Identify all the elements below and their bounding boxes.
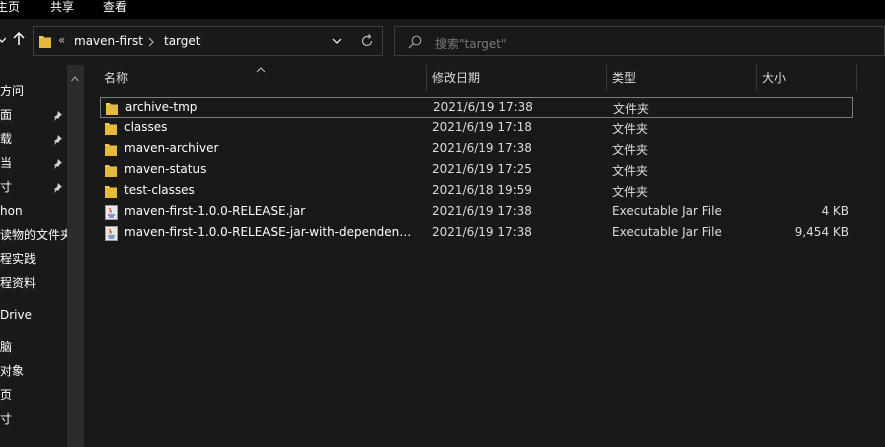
file-name: maven-status: [124, 162, 207, 176]
file-type: 文件夹: [612, 143, 649, 157]
nav-item-python[interactable]: hon: [0, 202, 23, 220]
nav-item-pictures[interactable]: 寸: [0, 178, 12, 196]
column-divider[interactable]: [426, 65, 427, 91]
address-bar[interactable]: « maven-first target: [33, 26, 383, 56]
file-date: 2021/6/19 17:38: [432, 225, 532, 239]
column-header-date[interactable]: 修改日期: [432, 65, 480, 91]
breadcrumb-separator-icon: [148, 33, 154, 50]
breadcrumb-overflow[interactable]: «: [58, 33, 65, 47]
nav-item-pictures-pc[interactable]: 寸: [0, 410, 12, 428]
jar-file-icon: [105, 226, 118, 244]
file-row[interactable]: maven-first-1.0.0-RELEASE.jar 2021/6/19 …: [100, 202, 853, 223]
jar-file-icon: [105, 205, 118, 223]
scroll-up-icon[interactable]: [71, 71, 79, 85]
column-divider[interactable]: [856, 65, 857, 91]
ribbon-tabs: 主页 共享 查看: [0, 0, 885, 19]
file-date: 2021/6/19 17:38: [432, 204, 532, 218]
file-date: 2021/6/19 17:38: [432, 141, 532, 155]
nav-item-videos[interactable]: 页: [0, 386, 12, 404]
column-divider[interactable]: [756, 65, 757, 91]
folder-icon: [105, 121, 117, 138]
tab-home[interactable]: 主页: [0, 0, 20, 16]
up-arrow-icon[interactable]: [13, 31, 25, 49]
file-name: archive-tmp: [125, 100, 198, 114]
column-header-name[interactable]: 名称: [104, 65, 128, 91]
search-box[interactable]: 搜索"target": [394, 26, 885, 56]
sort-ascending-icon: [256, 63, 266, 77]
column-header-type[interactable]: 类型: [612, 65, 636, 91]
search-icon: [408, 35, 422, 52]
nav-item-3d-objects[interactable]: 对象: [0, 362, 24, 380]
file-name: maven-archiver: [124, 141, 219, 155]
nav-scrollbar[interactable]: [67, 65, 83, 447]
nav-item-documents[interactable]: 当: [0, 154, 12, 172]
folder-icon: [106, 101, 118, 118]
breadcrumb-maven-first[interactable]: maven-first: [74, 34, 143, 48]
file-type: 文件夹: [612, 164, 649, 178]
navigation-pane: 方问 面 载 当 寸 hon 读物的文件夹 程实践 程资料 Drive 脑 对象…: [0, 65, 84, 447]
tab-share[interactable]: 共享: [50, 0, 74, 16]
column-divider[interactable]: [606, 65, 607, 91]
file-name: maven-first-1.0.0-RELEASE.jar: [124, 204, 306, 218]
file-row[interactable]: maven-status 2021/6/19 17:25 文件夹: [100, 160, 853, 181]
file-row[interactable]: maven-archiver 2021/6/19 17:38 文件夹: [100, 139, 853, 160]
breadcrumb-target[interactable]: target: [164, 34, 201, 48]
file-date: 2021/6/19 17:38: [433, 100, 533, 114]
address-toolbar: « maven-first target 搜索"target": [0, 19, 885, 65]
nav-item-onedrive[interactable]: Drive: [0, 306, 32, 324]
folder-icon: [105, 142, 117, 159]
recent-locations-chevron-icon[interactable]: [0, 33, 7, 47]
nav-item-downloads[interactable]: 载: [0, 130, 12, 148]
file-list: 名称 修改日期 类型 大小 archive-tmp 2021/6/19 17:3…: [85, 65, 885, 447]
file-row[interactable]: archive-tmp 2021/6/19 17:38 文件夹: [100, 97, 853, 118]
file-name: test-classes: [124, 183, 195, 197]
file-type: 文件夹: [613, 102, 650, 116]
nav-item-desktop[interactable]: 面: [0, 106, 12, 124]
column-header-size[interactable]: 大小: [762, 65, 786, 91]
pin-icon: [52, 182, 62, 196]
nav-item-materials[interactable]: 程资料: [0, 274, 36, 292]
file-type: 文件夹: [612, 122, 649, 136]
pin-icon: [52, 134, 62, 148]
refresh-icon[interactable]: [360, 34, 374, 51]
file-row[interactable]: test-classes 2021/6/18 19:59 文件夹: [100, 181, 853, 202]
file-name: maven-first-1.0.0-RELEASE-jar-with-depen…: [124, 225, 416, 239]
file-date: 2021/6/19 17:18: [432, 120, 532, 134]
file-type: Executable Jar File: [612, 204, 722, 218]
file-size: 9,454 KB: [794, 225, 849, 239]
nav-item-quick-access[interactable]: 方问: [0, 82, 24, 100]
pin-icon: [52, 158, 62, 172]
pin-icon: [52, 110, 62, 124]
file-size: 4 KB: [821, 204, 849, 218]
file-type: Executable Jar File: [612, 225, 722, 239]
file-name: classes: [124, 120, 168, 134]
nav-item-folder[interactable]: 读物的文件夹: [0, 226, 72, 244]
folder-icon: [105, 184, 117, 201]
file-date: 2021/6/18 19:59: [432, 183, 532, 197]
nav-item-practice[interactable]: 程实践: [0, 250, 36, 268]
tab-view[interactable]: 查看: [103, 0, 127, 16]
folder-icon: [105, 163, 117, 180]
search-placeholder: 搜索"target": [435, 37, 507, 51]
file-type: 文件夹: [612, 185, 649, 199]
file-date: 2021/6/19 17:25: [432, 162, 532, 176]
address-dropdown-chevron-icon[interactable]: [332, 35, 342, 49]
file-row[interactable]: maven-first-1.0.0-RELEASE-jar-with-depen…: [100, 223, 853, 244]
file-row[interactable]: classes 2021/6/19 17:18 文件夹: [100, 118, 853, 139]
nav-item-this-pc[interactable]: 脑: [0, 338, 12, 356]
folder-icon: [39, 34, 51, 51]
